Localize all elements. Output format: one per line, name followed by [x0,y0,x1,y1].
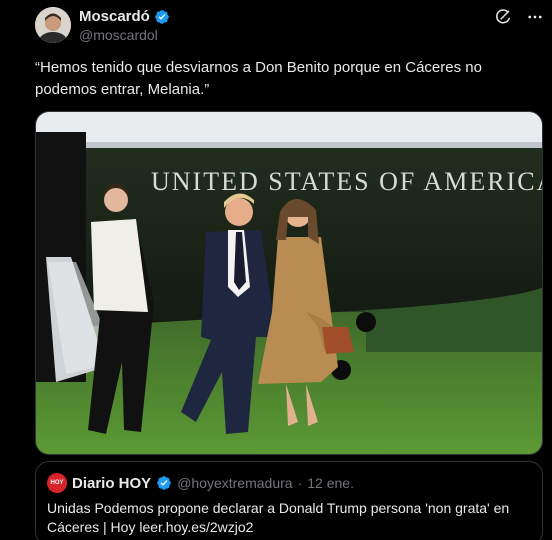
quoted-date[interactable]: 12 ene. [307,475,354,491]
quoted-handle[interactable]: @hoyextremadura [177,475,292,491]
author-handle[interactable]: @moscardol [79,27,158,43]
tweet-top-actions [494,8,544,26]
more-icon[interactable] [526,8,544,26]
quoted-tweet[interactable]: HOY Diario HOY @hoyextremadura · 12 ene.… [35,461,543,540]
author-avatar[interactable] [35,7,71,43]
quoted-display-name[interactable]: Diario HOY [72,475,151,492]
author-display-name[interactable]: Moscardó [79,8,150,25]
tweet-photo[interactable]: UNITED STATES OF AMERICA [35,111,543,455]
verified-badge-icon [156,475,172,491]
quoted-separator: · [297,475,303,491]
quoted-text: Unidas Podemos propone declarar a Donald… [47,500,510,535]
quoted-tweet-header: HOY Diario HOY @hoyextremadura · 12 ene. [47,473,354,493]
grok-icon[interactable] [494,8,512,26]
quoted-avatar-logo[interactable]: HOY [47,473,67,493]
author-display-name-row[interactable]: Moscardó [79,8,170,25]
verified-badge-icon [154,9,170,25]
helicopter-lettering: UNITED STATES OF AMERICA [151,167,543,196]
tweet: Moscardó @moscardol “Hemos tenido que de… [0,0,552,540]
tweet-text: “Hemos tenido que desviarnos a Don Benit… [35,59,482,98]
